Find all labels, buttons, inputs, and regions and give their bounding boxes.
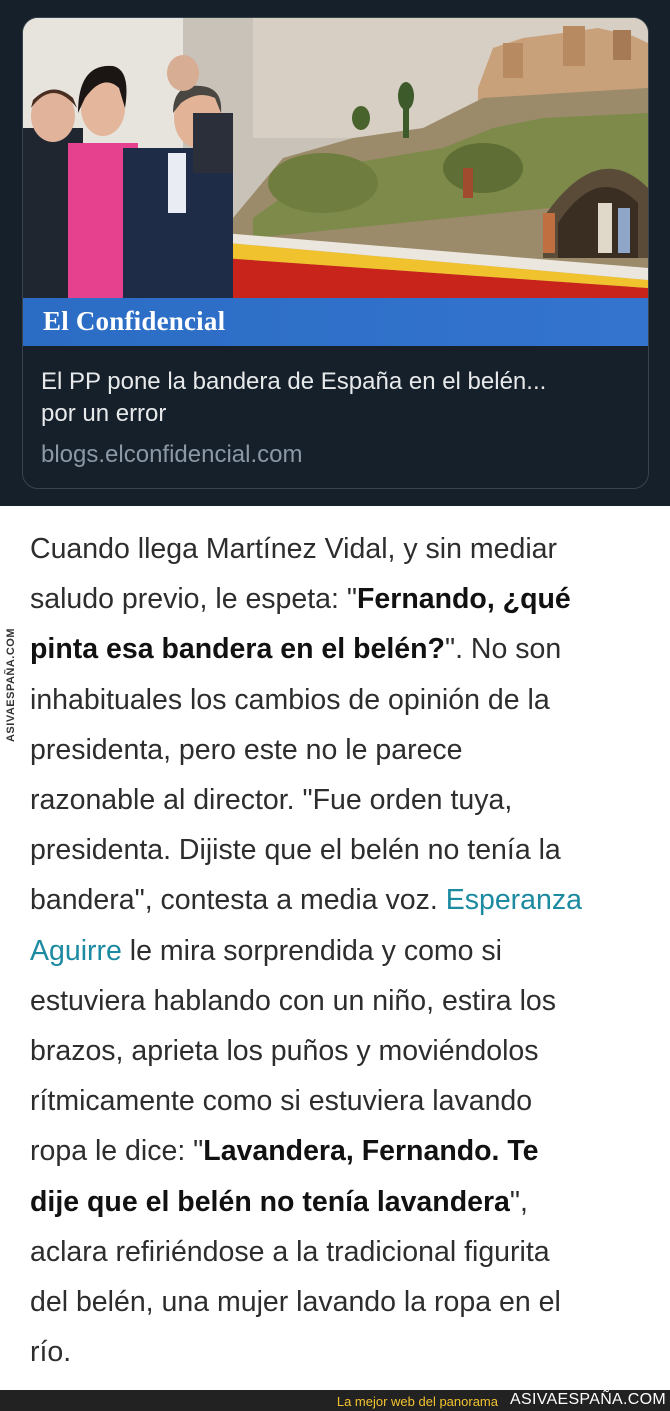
- bold-quote: Lavandera, Fernando. Te: [203, 1135, 539, 1168]
- text-run: ropa le dice: ": [30, 1135, 204, 1168]
- bold-quote: dije que el belén no tenía lavandera: [30, 1185, 510, 1218]
- link-preview-card[interactable]: El Confidencial El PP pone la bandera de…: [22, 17, 649, 489]
- text-run: rítmicamente como si estuviera lavando: [30, 1085, 533, 1118]
- text-run: inhabituales los cambios de opinión de l…: [30, 683, 550, 716]
- bold-quote: pinta esa bandera en el belén?: [30, 633, 445, 666]
- article-line: rítmicamente como si estuviera lavando: [30, 1076, 650, 1126]
- card-title[interactable]: El PP pone la bandera de España en el be…: [41, 366, 636, 430]
- brand-logo: El Confidencial: [43, 306, 226, 336]
- card-title-line: por un error: [41, 400, 167, 427]
- bold-quote: Fernando, ¿qué: [357, 583, 571, 616]
- footer-site-name[interactable]: ASIVAESPAÑA.COM: [510, 1391, 666, 1409]
- text-run: aclara refiriéndose a la tradicional fig…: [30, 1235, 550, 1268]
- article-line: Aguirre le mira sorprendida y como si: [30, 926, 650, 976]
- card-url[interactable]: blogs.elconfidencial.com: [41, 440, 302, 470]
- article-line: ropa le dice: "Lavandera, Fernando. Te: [30, 1126, 650, 1176]
- article-line: pinta esa bandera en el belén?". No son: [30, 624, 650, 674]
- article-line: estuviera hablando con un niño, estira l…: [30, 976, 650, 1026]
- text-run: presidenta. Dijiste que el belén no tení…: [30, 834, 561, 867]
- esperanza-aguirre-link[interactable]: Aguirre: [30, 935, 122, 967]
- text-run: ". No son: [444, 633, 562, 666]
- article-line: dije que el belén no tenía lavandera",: [30, 1177, 650, 1227]
- article-line: razonable al director. "Fue orden tuya,: [30, 775, 650, 825]
- article-line: brazos, aprieta los puños y moviéndolos: [30, 1026, 650, 1076]
- article-line: aclara refiriéndose a la tradicional fig…: [30, 1227, 650, 1277]
- article-line: saludo previo, le espeta: "Fernando, ¿qu…: [30, 574, 650, 624]
- text-run: le mira sorprendida y como si: [121, 934, 503, 967]
- article-line: río.: [30, 1327, 650, 1377]
- text-run: río.: [30, 1336, 72, 1369]
- text-run: presidenta, pero este no le parece: [30, 733, 463, 766]
- footer-slogan: La mejor web del panorama: [336, 1394, 498, 1409]
- esperanza-aguirre-link[interactable]: Esperanza: [446, 884, 582, 916]
- text-run: bandera", contesta a media voz.: [30, 884, 446, 917]
- text-run: brazos, aprieta los puños y moviéndolos: [30, 1035, 539, 1068]
- nativity-scene-photo: [23, 18, 648, 298]
- text-run: del belén, una mujer lavando la ropa en …: [30, 1286, 561, 1319]
- footer-bar: La mejor web del panorama ASIVAESPAÑA.CO…: [0, 1390, 670, 1411]
- side-watermark-text: ASIVAESPAÑA.COM: [5, 627, 17, 743]
- article-line: del belén, una mujer lavando la ropa en …: [30, 1277, 650, 1327]
- text-run: razonable al director. "Fue orden tuya,: [30, 784, 513, 817]
- side-watermark: ASIVAESPAÑA.COM: [0, 610, 22, 760]
- article-line: inhabituales los cambios de opinión de l…: [30, 675, 650, 725]
- article-line: presidenta, pero este no le parece: [30, 725, 650, 775]
- card-image: [23, 18, 648, 298]
- text-run: estuviera hablando con un niño, estira l…: [30, 984, 557, 1017]
- text-run: ",: [509, 1185, 528, 1218]
- text-run: Cuando llega Martínez Vidal, y sin media…: [30, 533, 557, 565]
- card-title-line: El PP pone la bandera de España en el be…: [41, 368, 547, 395]
- tweet-area: El Confidencial El PP pone la bandera de…: [0, 0, 670, 506]
- article-line: presidenta. Dijiste que el belén no tení…: [30, 825, 650, 875]
- brand-bar: El Confidencial: [23, 298, 648, 346]
- text-run: saludo previo, le espeta: ": [30, 583, 357, 616]
- article-line: bandera", contesta a media voz. Esperanz…: [30, 875, 650, 925]
- article-text: Cuando llega Martínez Vidal, y sin media…: [30, 524, 650, 1377]
- article-line: Cuando llega Martínez Vidal, y sin media…: [30, 524, 650, 574]
